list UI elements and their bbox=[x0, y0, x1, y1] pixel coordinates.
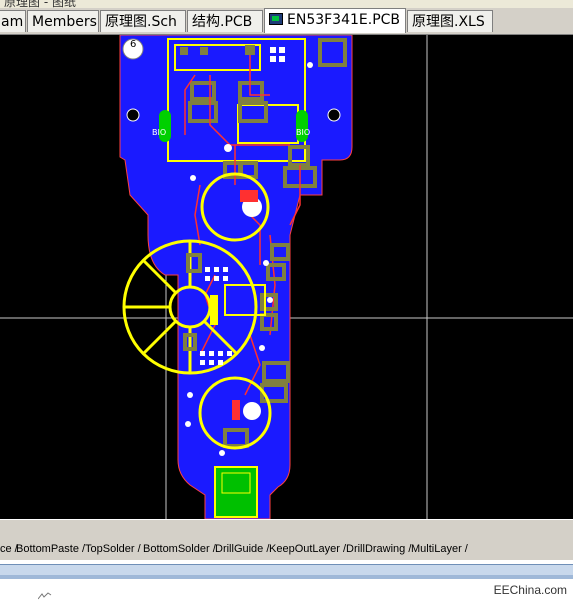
tab-am[interactable]: am bbox=[0, 10, 26, 32]
window-title-bar: 原理图 - 图纸 bbox=[0, 0, 573, 8]
window-title: 原理图 - 图纸 bbox=[4, 0, 76, 8]
bio-label-right: BIO bbox=[296, 128, 310, 137]
pcb-file-icon bbox=[269, 13, 283, 25]
red-pad-top bbox=[240, 190, 258, 202]
tab-structure-pcb[interactable]: 结构.PCB bbox=[187, 10, 263, 32]
layer-tab-keepoutlayer[interactable]: KeepOutLayer / bbox=[269, 541, 346, 557]
usb-connector-pad bbox=[214, 466, 258, 518]
tab-schematic-xls[interactable]: 原理图.XLS bbox=[407, 10, 493, 32]
pcb-canvas[interactable]: 6 BIO BIO bbox=[0, 34, 573, 520]
cursor-mark-icon bbox=[38, 592, 52, 600]
green-pad-right bbox=[296, 110, 308, 142]
tab-schematic[interactable]: 原理图.Sch bbox=[100, 10, 186, 32]
document-tab-bar: am Members 原理图.Sch 结构.PCB EN53F341E.PCB … bbox=[0, 8, 573, 35]
green-pad-left bbox=[159, 110, 171, 142]
pcb-drawing: 6 BIO BIO bbox=[0, 34, 573, 520]
mount-hole-right bbox=[327, 108, 341, 122]
layer-tab-multilayer[interactable]: MultiLayer / bbox=[411, 541, 468, 557]
tab-members[interactable]: Members bbox=[27, 10, 99, 32]
tab-en53f341e-pcb[interactable]: EN53F341E.PCB bbox=[264, 8, 406, 33]
layer-tab-bottomsolder[interactable]: BottomSolder / bbox=[143, 541, 216, 557]
switch-pin-bottom bbox=[243, 402, 261, 420]
mount-hole-left bbox=[126, 108, 140, 122]
layer-tab-strip: ce / BottomPaste / TopSolder / BottomSol… bbox=[0, 519, 573, 560]
layer-tab-drillguide[interactable]: DrillGuide / bbox=[215, 541, 269, 557]
layer-tab-topsolder[interactable]: TopSolder / bbox=[85, 541, 141, 557]
watermark: EEChina.com bbox=[493, 583, 567, 597]
layer-tab-bottompaste[interactable]: BottomPaste / bbox=[16, 541, 85, 557]
wheel-bar bbox=[210, 295, 218, 325]
status-divider bbox=[0, 575, 573, 579]
status-bar bbox=[0, 560, 573, 603]
layer-tab-drilldrawing[interactable]: DrillDrawing / bbox=[346, 541, 411, 557]
bio-label-left: BIO bbox=[152, 128, 166, 137]
red-pad-bottom bbox=[232, 400, 240, 420]
marker-number: 6 bbox=[130, 39, 136, 50]
